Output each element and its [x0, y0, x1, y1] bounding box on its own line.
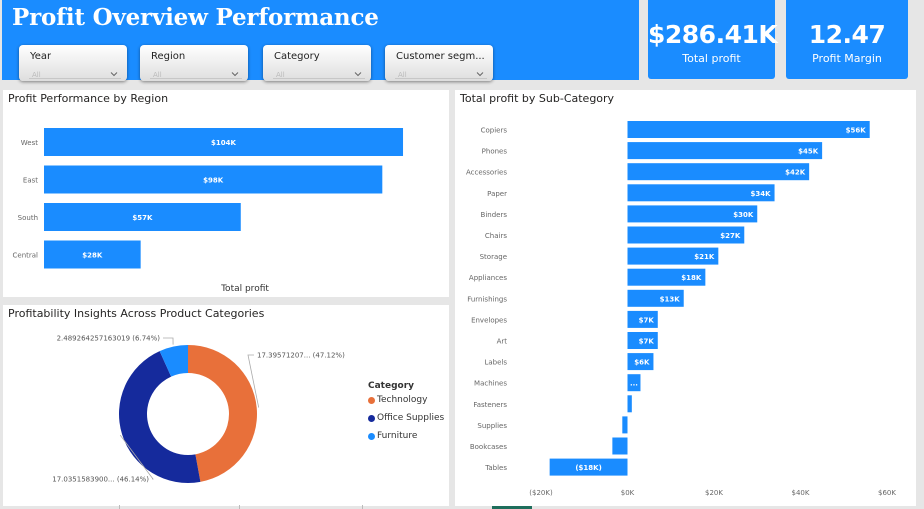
year-slicer[interactable]: Year All — [19, 45, 127, 81]
subcategory-axis-label: Envelopes — [471, 316, 507, 324]
subcategory-bar — [627, 121, 870, 138]
profit-margin-card: 12.47 Profit Margin — [786, 0, 908, 79]
subcategory-bar-label: $30K — [733, 211, 754, 219]
subcategory-axis-label: Appliances — [469, 274, 507, 282]
header-banner: Profit Overview Performance Year All Reg… — [2, 0, 639, 81]
subcategory-axis-label: Furnishings — [467, 295, 507, 303]
subcategory-x-tick: $20K — [705, 489, 723, 497]
region-axis-label: South — [18, 214, 38, 222]
subcategory-x-tick: $40K — [792, 489, 810, 497]
customer-segment-slicer[interactable]: Customer segm... All — [385, 45, 493, 81]
subcategory-bar-label: $45K — [798, 148, 819, 156]
legend-office-supplies-label: Office Supplies — [377, 413, 445, 423]
profit-margin-caption: Profit Margin — [812, 52, 882, 65]
subcategory-axis-label: Paper — [487, 190, 507, 198]
chevron-down-icon[interactable] — [354, 70, 362, 78]
region-profit-panel: Profit Performance by Region Total profi… — [3, 90, 449, 297]
subcategory-bar — [627, 142, 823, 160]
chevron-down-icon[interactable] — [231, 70, 239, 78]
subcategory-axis-label: Bookcases — [470, 443, 508, 451]
subcategory-profit-panel: Total profit by Sub-Category Copiers $56K… — [455, 90, 916, 506]
subcategory-axis-label: Accessories — [466, 169, 507, 177]
donut-leader-line — [163, 337, 174, 345]
subcategory-bar-label: $27K — [720, 232, 741, 240]
donut-data-label: 17.39571207... (47.12%) — [257, 352, 345, 360]
region-bar-chart: Total profit West $104K East $98K South $57K C… — [13, 128, 404, 294]
category-donut-panel: Profitability Insights Across Product Ca… — [3, 305, 449, 506]
subcategory-axis-label: Labels — [484, 359, 507, 367]
donut-slice — [188, 345, 258, 482]
legend-furniture-dot — [368, 432, 375, 440]
region-bar-label: $28K — [82, 252, 103, 260]
subcategory-x-tick: $0K — [621, 489, 635, 497]
donut-data-label: 2.489264257163019 (6.74%) — [57, 335, 161, 343]
donut-legend-title: Category — [368, 381, 415, 391]
subcategory-bar-label: $56K — [846, 127, 867, 135]
subcategory-axis-label: Storage — [480, 253, 507, 261]
legend-item-furniture[interactable]: Furniture — [368, 431, 417, 441]
region-bar-label: $98K — [203, 177, 224, 185]
subcategory-bar — [627, 395, 632, 413]
legend-item-technology[interactable]: Technology — [368, 395, 427, 405]
subcategory-bar-label: ($18K) — [575, 464, 601, 472]
subcategory-bar — [612, 437, 628, 455]
profit-margin-value: 12.47 — [808, 20, 886, 49]
region-axis-label: East — [23, 177, 38, 185]
subcategory-axis-label: Copiers — [481, 127, 508, 135]
subcategory-axis-label: Chairs — [485, 232, 507, 240]
subcategory-axis-label: Tables — [484, 464, 507, 472]
subcategory-axis-label: Binders — [481, 211, 508, 219]
subcategory-bar — [622, 416, 628, 434]
region-axis-label: West — [21, 139, 38, 147]
region-axis-label: Central — [13, 252, 39, 260]
subcategory-bar-label: $42K — [785, 169, 806, 177]
subcategory-x-tick: $60K — [878, 489, 896, 497]
subcategory-bar-label: $6K — [634, 359, 650, 367]
legend-technology-label: Technology — [377, 395, 428, 405]
category-slicer[interactable]: Category All — [263, 45, 371, 81]
subcategory-axis-label: Art — [497, 338, 508, 346]
legend-furniture-label: Furniture — [377, 431, 418, 441]
subcategory-bar-label: $21K — [694, 253, 715, 261]
chevron-down-icon[interactable] — [110, 70, 118, 78]
legend-item-office-supplies[interactable]: Office Supplies — [368, 413, 444, 423]
subcategory-bar — [627, 163, 810, 181]
subcategory-bar-chart: Copiers $56K Phones $45K Accessories $42K Pape… — [466, 121, 896, 497]
region-bar-label: $104K — [211, 139, 236, 147]
region-x-axis-label: Total profit — [220, 284, 269, 294]
legend-office-supplies-dot — [368, 414, 375, 422]
legend-technology-dot — [368, 396, 375, 404]
subcategory-axis-label: Supplies — [477, 422, 507, 430]
category-slicer-label: Category — [274, 51, 320, 62]
donut-data-label: 17.0351583900... (46.14%) — [52, 476, 149, 484]
customer-segment-slicer-label: Customer segm... — [396, 51, 485, 62]
year-slicer-label: Year — [30, 51, 52, 62]
total-profit-card: $286.41K Total profit — [648, 0, 778, 79]
page-title: Profit Overview Performance — [12, 4, 379, 31]
subcategory-bar-label: $18K — [681, 274, 702, 282]
subcategory-axis-label: Fasteners — [473, 401, 507, 409]
chevron-down-icon[interactable] — [476, 70, 484, 78]
subcategory-bar-label: $13K — [660, 295, 681, 303]
subcategory-axis-label: Phones — [482, 148, 508, 156]
subcategory-bar-label: $7K — [639, 338, 655, 346]
total-profit-value: $286.41K — [648, 20, 778, 49]
total-profit-caption: Total profit — [682, 52, 741, 65]
subcategory-x-tick: ($20K) — [529, 489, 553, 497]
subcategory-axis-label: Machines — [474, 380, 507, 388]
subcategory-bar-label: ... — [630, 380, 638, 388]
subcategory-bar-label: $7K — [639, 316, 655, 324]
category-donut-chart: 17.39571207... (47.12%) 17.0351583900... … — [52, 335, 345, 484]
region-slicer[interactable]: Region All — [140, 45, 248, 81]
subcategory-bar-label: $34K — [751, 190, 772, 198]
region-bar-label: $57K — [132, 214, 153, 222]
region-slicer-label: Region — [151, 51, 186, 62]
